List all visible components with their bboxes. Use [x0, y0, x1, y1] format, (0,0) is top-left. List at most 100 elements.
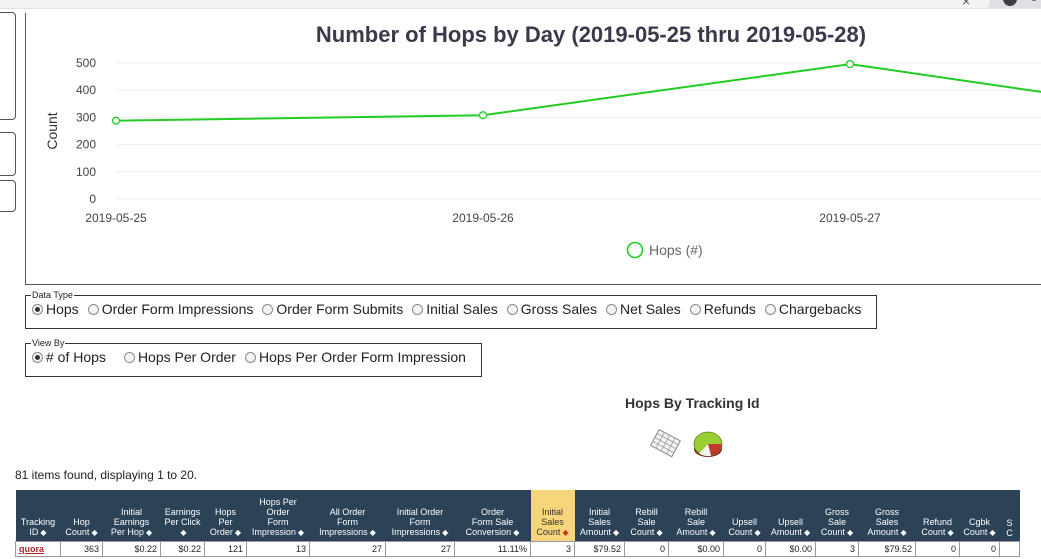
table-cell: 3: [815, 541, 859, 557]
sort-icon[interactable]: ◆: [709, 528, 715, 538]
table-cell: 13: [246, 541, 310, 557]
data-type-radio-option[interactable]: Net Sales: [606, 301, 681, 317]
data-type-radio-button[interactable]: [606, 303, 618, 315]
sort-icon[interactable]: ◆: [235, 528, 241, 538]
x-tick-label: 2019-05-27: [819, 211, 881, 225]
data-type-radio-option[interactable]: Order Form Submits: [262, 301, 403, 317]
sort-icon[interactable]: ◆: [989, 528, 995, 538]
column-header[interactable]: Upsell Count ◆: [723, 490, 766, 542]
extension-icon[interactable]: [1003, 0, 1017, 6]
data-type-radio-option[interactable]: Chargebacks: [764, 301, 862, 317]
column-header[interactable]: Initial Order Form Impressions ◆: [385, 490, 455, 542]
sort-icon[interactable]: ◆: [613, 528, 619, 538]
data-type-radio-button[interactable]: [87, 303, 99, 315]
view-by-radio-option[interactable]: Hops Per Order Form Impression: [244, 349, 466, 365]
data-type-radio-option[interactable]: Gross Sales: [506, 301, 597, 317]
side-panel-tab[interactable]: [0, 132, 16, 176]
column-header[interactable]: Gross Sale Count ◆: [815, 490, 859, 542]
column-header[interactable]: Refund Count ◆: [915, 490, 960, 542]
data-type-radio-option[interactable]: Order Form Impressions: [87, 301, 253, 317]
url-field[interactable]: [0, 0, 990, 8]
sort-icon[interactable]: ◆: [947, 528, 953, 538]
data-type-radio-option[interactable]: Refunds: [689, 301, 756, 317]
view-by-radio-label: # of Hops: [46, 349, 106, 365]
legend-marker[interactable]: [626, 241, 644, 259]
table-cell: 0: [723, 541, 766, 557]
sort-icon[interactable]: ◆: [900, 528, 906, 538]
sort-icon[interactable]: ◆: [442, 528, 448, 538]
sort-icon[interactable]: ◆: [656, 528, 662, 538]
data-point[interactable]: [478, 111, 488, 120]
view-by-radio-label: Hops Per Order: [137, 349, 236, 365]
column-header-text: Per Click: [164, 517, 201, 527]
data-type-radio-button[interactable]: [764, 303, 776, 315]
column-header-text: Sale: [637, 517, 656, 527]
view-by-radio-button[interactable]: [244, 351, 256, 363]
column-header-text: Amount: [579, 527, 611, 537]
data-type-radio-label: Initial Sales: [426, 301, 498, 317]
data-type-radio-button[interactable]: [689, 303, 701, 315]
data-type-radio-label: Net Sales: [620, 301, 681, 317]
data-type-radio-button[interactable]: [412, 303, 424, 315]
sort-icon[interactable]: ◆: [40, 528, 46, 538]
view-by-radio-option[interactable]: # of Hops: [32, 349, 106, 365]
column-header-text: Amount: [867, 527, 899, 537]
table-cell: 0: [915, 541, 960, 557]
view-by-radio-button[interactable]: [123, 351, 135, 363]
legend-label[interactable]: Hops (#): [649, 242, 703, 258]
side-panel-tab[interactable]: [0, 180, 16, 212]
column-header[interactable]: Hops Per Order Form Impression ◆: [246, 490, 310, 542]
column-header[interactable]: Hop Count ◆: [60, 490, 103, 542]
sort-icon[interactable]: ◆: [91, 528, 97, 538]
column-header[interactable]: Tracking ID ◆: [15, 490, 61, 542]
column-header[interactable]: Rebill Sale Amount ◆: [668, 490, 724, 542]
column-header[interactable]: Initial Earnings Per Hop ◆: [102, 490, 161, 542]
sort-icon[interactable]: ◆: [754, 528, 760, 538]
menu-icon[interactable]: [1031, 0, 1037, 1]
data-type-radio-button[interactable]: [506, 303, 518, 315]
data-type-radio-button[interactable]: [32, 303, 43, 315]
table-cell: 121: [204, 541, 247, 557]
column-header[interactable]: All Order Form Impressions ◆: [309, 490, 386, 542]
column-header[interactable]: Earnings Per Click◆: [160, 490, 205, 542]
column-header[interactable]: Order Form Sale Conversion ◆: [454, 490, 531, 542]
y-tick-label: 500: [76, 56, 96, 70]
grid-table-icon[interactable]: [647, 428, 683, 460]
sort-icon[interactable]: ◆: [370, 528, 376, 538]
column-header[interactable]: Hops Per Order ◆: [204, 490, 247, 542]
sort-icon[interactable]: ◆: [513, 528, 519, 538]
column-header-text: Order: [480, 507, 504, 517]
column-header-text: Order: [266, 507, 290, 517]
tracking-id-link[interactable]: quora: [15, 541, 61, 557]
column-header-text: Gross: [824, 507, 849, 517]
column-header[interactable]: Initial Sales Amount ◆: [574, 490, 625, 542]
data-type-radio-option[interactable]: Hops: [32, 301, 79, 317]
sort-desc-icon[interactable]: ◆: [562, 528, 568, 538]
data-type-radio-option[interactable]: Initial Sales: [412, 301, 498, 317]
column-header[interactable]: Gross Sales Amount ◆: [858, 490, 916, 542]
sort-icon[interactable]: ◆: [180, 528, 186, 538]
column-header[interactable]: Cgbk Count ◆: [959, 490, 1000, 542]
data-point[interactable]: [111, 116, 121, 125]
column-header-text: Sales: [875, 517, 899, 527]
sort-icon[interactable]: ◆: [804, 528, 810, 538]
browser-address-bar: ×: [0, 0, 1041, 9]
column-header-text: Impression: [251, 527, 296, 537]
column-header-text: Sales: [588, 517, 611, 527]
column-header[interactable]: Initial Sales Count ◆: [530, 490, 575, 542]
sort-icon[interactable]: ◆: [847, 528, 853, 538]
data-point[interactable]: [845, 59, 855, 69]
column-header[interactable]: Upsell Amount ◆: [765, 490, 816, 542]
sort-icon[interactable]: ◆: [146, 528, 152, 538]
close-icon[interactable]: ×: [962, 0, 970, 9]
sort-icon[interactable]: ◆: [298, 528, 304, 538]
data-type-radio-label: Chargebacks: [778, 301, 862, 317]
column-header[interactable]: Rebill Sale Count ◆: [624, 490, 669, 542]
view-by-radio-option[interactable]: Hops Per Order: [123, 349, 236, 365]
side-panel-tab[interactable]: [0, 12, 16, 120]
view-by-radio-button[interactable]: [32, 351, 43, 363]
data-type-radio-button[interactable]: [262, 303, 274, 315]
column-header[interactable]: SC: [999, 490, 1020, 542]
column-header-text: Count: [65, 527, 90, 537]
pie-chart-icon[interactable]: [691, 427, 725, 461]
